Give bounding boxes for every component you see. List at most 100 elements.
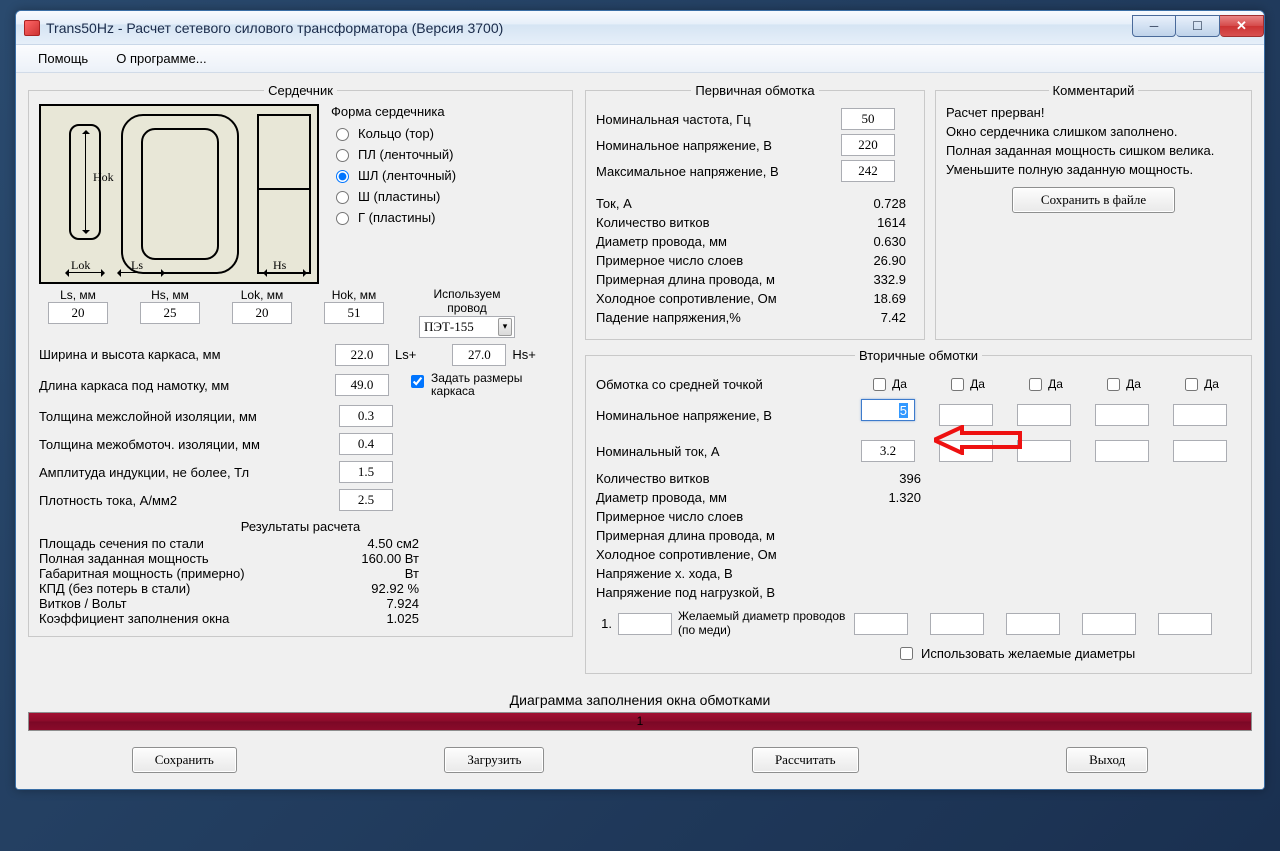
dropdown-icon[interactable]: ▾ (498, 318, 512, 336)
highlight-arrow-icon (934, 425, 1022, 455)
induction-input[interactable] (339, 461, 393, 483)
wire-combo[interactable]: ▾ (419, 316, 515, 338)
ls-input[interactable] (48, 302, 108, 324)
hok-label: Hok, мм (332, 288, 377, 302)
sec-da-3[interactable]: Да (1025, 375, 1063, 394)
density-input[interactable] (339, 489, 393, 511)
primary-vnom-input[interactable] (841, 134, 895, 156)
comment-text: Расчет прерван! Окно сердечника слишком … (946, 104, 1241, 179)
maximize-button[interactable]: ☐ (1176, 15, 1220, 37)
wish-d3[interactable] (1006, 613, 1060, 635)
primary-group: Первичная обмотка Номинальная частота, Г… (585, 83, 925, 340)
hok-input[interactable] (324, 302, 384, 324)
app-window: Trans50Hz - Расчет сетевого силового тра… (15, 10, 1265, 790)
frame-length-input[interactable] (335, 374, 389, 396)
hs-plus-label: Hs+ (512, 347, 535, 362)
core-diagram: Hok Lok Ls Hs (39, 104, 319, 284)
save-file-button[interactable]: Сохранить в файле (1012, 187, 1175, 213)
client-area: Сердечник (16, 73, 1264, 789)
wish-d4[interactable] (1082, 613, 1136, 635)
exit-button[interactable]: Выход (1066, 747, 1148, 773)
wish-d1[interactable] (854, 613, 908, 635)
interlayer-input[interactable] (339, 405, 393, 427)
app-icon (24, 20, 40, 36)
sec3-v-input[interactable] (1017, 404, 1071, 426)
wire-label1: Используем (434, 287, 501, 301)
wire-label2: провод (447, 301, 487, 315)
diagram-lok-label: Lok (71, 258, 90, 273)
radio-ring[interactable]: Кольцо (тор) (331, 125, 456, 141)
sec5-v-input[interactable] (1173, 404, 1227, 426)
radio-shl[interactable]: ШЛ (ленточный) (331, 167, 456, 183)
load-button[interactable]: Загрузить (444, 747, 544, 773)
secondary-group: Вторичные обмотки Обмотка со средней точ… (585, 348, 1252, 674)
core-shape-label: Форма сердечника (331, 104, 456, 119)
wish-label: Желаемый диаметр проводов (по меди) (678, 610, 848, 638)
centertap-label: Обмотка со средней точкой (596, 377, 856, 392)
wish1-input[interactable] (618, 613, 672, 635)
window-title: Trans50Hz - Расчет сетевого силового тра… (46, 20, 1132, 36)
primary-vmax-input[interactable] (841, 160, 895, 182)
interwinding-input[interactable] (339, 433, 393, 455)
ls-label: Ls, мм (60, 288, 96, 302)
progress-text: 1 (29, 714, 1251, 728)
sec-inom-label: Номинальный ток, А (596, 444, 856, 459)
menu-help[interactable]: Помощь (24, 47, 102, 70)
frame-hs-input[interactable] (452, 344, 506, 366)
induction-label: Амплитуда индукции, не более, Тл (39, 465, 339, 480)
density-label: Плотность тока, А/мм2 (39, 493, 339, 508)
hs-input[interactable] (140, 302, 200, 324)
progress-bar: 1 (28, 712, 1252, 731)
results-header: Результаты расчета (39, 519, 562, 534)
close-button[interactable]: ✕ (1220, 15, 1264, 37)
radio-sh[interactable]: Ш (пластины) (331, 188, 456, 204)
primary-freq-input[interactable] (841, 108, 895, 130)
sec1-v-input[interactable]: 5 (861, 399, 915, 421)
sec4-i-input[interactable] (1095, 440, 1149, 462)
core-results: Площадь сечения по стали4.50 см2 Полная … (39, 536, 562, 626)
menubar: Помощь О программе... (16, 45, 1264, 73)
minimize-button[interactable]: ─ (1132, 15, 1176, 37)
comment-group: Комментарий Расчет прерван! Окно сердечн… (935, 83, 1252, 340)
radio-g[interactable]: Г (пластины) (331, 209, 456, 225)
wish-d5[interactable] (1158, 613, 1212, 635)
ls-plus-label: Ls+ (395, 347, 416, 362)
sec-vnom-label: Номинальное напряжение, В (596, 408, 856, 423)
radio-pl[interactable]: ПЛ (ленточный) (331, 146, 456, 162)
wish-num: 1. (596, 616, 612, 631)
sec5-i-input[interactable] (1173, 440, 1227, 462)
interlayer-label: Толщина межслойной изоляции, мм (39, 409, 339, 424)
lok-label: Lok, мм (241, 288, 284, 302)
calc-button[interactable]: Рассчитать (752, 747, 859, 773)
interwinding-label: Толщина межобмоточ. изоляции, мм (39, 437, 339, 452)
menu-about[interactable]: О программе... (102, 47, 220, 70)
use-frame-checkbox[interactable]: Задать размеры каркаса (407, 372, 541, 400)
sec-da-5[interactable]: Да (1181, 375, 1219, 394)
sec1-i-input[interactable] (861, 440, 915, 462)
secondary-legend: Вторичные обмотки (855, 348, 982, 363)
sec4-v-input[interactable] (1095, 404, 1149, 426)
comment-legend: Комментарий (1049, 83, 1139, 98)
save-button[interactable]: Сохранить (132, 747, 237, 773)
lok-input[interactable] (232, 302, 292, 324)
diagram-hok-label: Hok (93, 170, 114, 185)
sec2-v-input[interactable] (939, 404, 993, 426)
primary-legend: Первичная обмотка (691, 83, 818, 98)
use-wish-checkbox[interactable]: Использовать желаемые диаметры (896, 644, 1135, 663)
diagram-hs-label: Hs (273, 258, 286, 273)
sec-da-1[interactable]: Да (869, 375, 907, 394)
frame-ls-input[interactable] (335, 344, 389, 366)
titlebar: Trans50Hz - Расчет сетевого силового тра… (16, 11, 1264, 45)
diagram-ls-label: Ls (131, 258, 143, 273)
sec-da-4[interactable]: Да (1103, 375, 1141, 394)
core-shape-radios: Форма сердечника Кольцо (тор) ПЛ (ленточ… (331, 104, 456, 230)
hs-label: Hs, мм (151, 288, 189, 302)
sec3-i-input[interactable] (1017, 440, 1071, 462)
wish-d2[interactable] (930, 613, 984, 635)
sec-da-2[interactable]: Да (947, 375, 985, 394)
frame-wh-label: Ширина и высота каркаса, мм (39, 347, 329, 362)
diagram-label: Диаграмма заполнения окна обмотками (28, 692, 1252, 708)
frame-length-label: Длина каркаса под намотку, мм (39, 378, 329, 393)
core-group: Сердечник (28, 83, 573, 637)
core-legend: Сердечник (264, 83, 337, 98)
